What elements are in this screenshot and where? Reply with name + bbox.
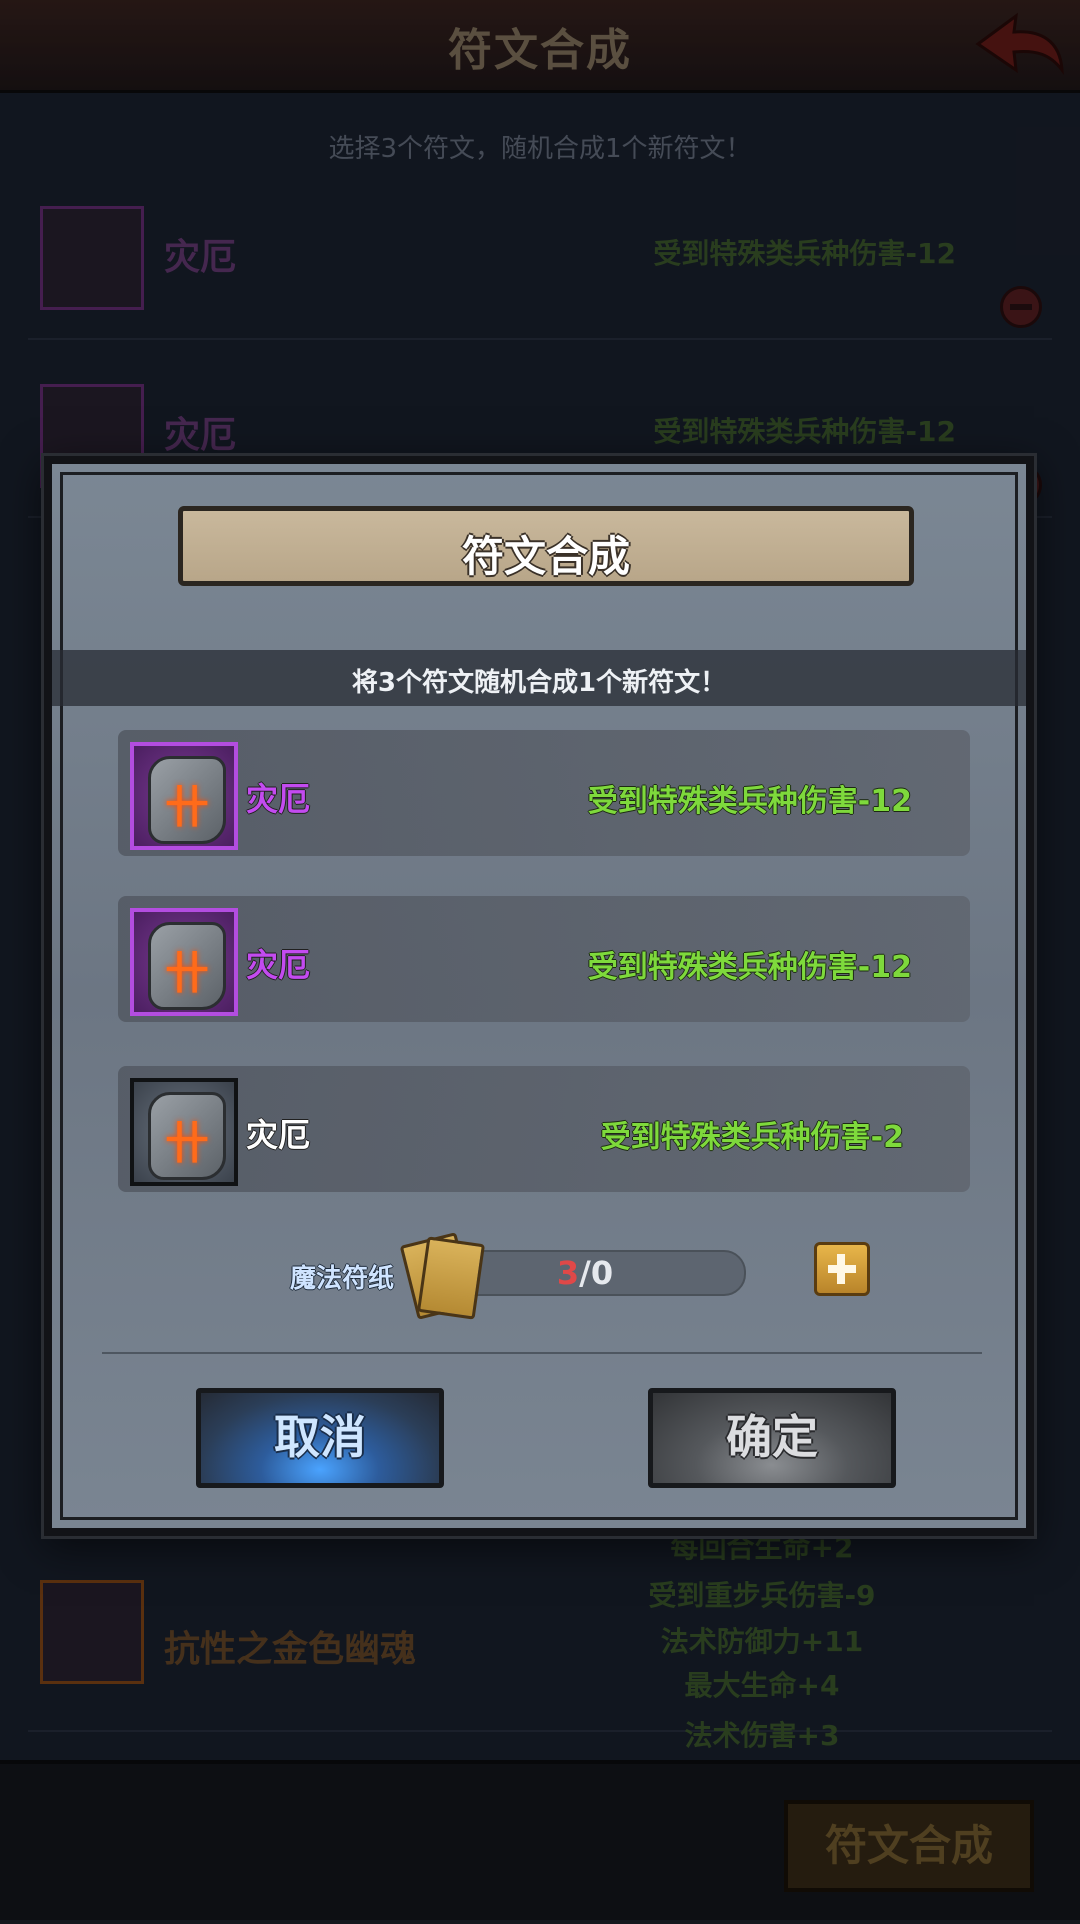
rune-slot[interactable]: 卄 — [130, 908, 238, 1016]
rune-glyph: 卄 — [165, 948, 209, 999]
material-need: 0 — [590, 1254, 614, 1292]
rune-effect: 受到特殊类兵种伤害-12 — [587, 950, 912, 985]
rune-glyph: 卄 — [165, 782, 209, 833]
rune-glyph: 卄 — [165, 1118, 209, 1169]
rune-name: 灾厄 — [246, 1116, 311, 1154]
rune-slot[interactable]: 卄 — [130, 742, 238, 850]
dialog-title: 符文合成 — [461, 532, 630, 581]
dialog-info: 将3个符文随机合成1个新符文！ — [351, 668, 727, 698]
rune-stone-icon: 卄 — [148, 922, 226, 1010]
dialog-title-banner: 符文合成 — [178, 506, 914, 586]
rune-row: 卄 灾厄 受到特殊类兵种伤害-2 — [118, 1066, 970, 1192]
rune-row: 卄 灾厄 受到特殊类兵种伤害-12 — [118, 896, 970, 1022]
info-band: 将3个符文随机合成1个新符文！ — [52, 650, 1026, 706]
paper-card — [416, 1236, 486, 1320]
rune-stone-icon: 卄 — [148, 1092, 226, 1180]
material-have: 3 — [556, 1254, 580, 1292]
rune-name: 灾厄 — [246, 780, 311, 818]
cancel-button[interactable]: 取消 — [196, 1388, 444, 1488]
divider — [102, 1352, 982, 1354]
plus-icon[interactable] — [814, 1242, 870, 1296]
rune-slot[interactable]: 卄 — [130, 1078, 238, 1186]
material-separator: / — [579, 1254, 591, 1292]
compose-dialog: 符文合成 将3个符文随机合成1个新符文！ 卄 灾厄 受到特殊类兵种伤害-12 卄… — [44, 456, 1034, 1536]
rune-effect: 受到特殊类兵种伤害-12 — [587, 784, 912, 819]
rune-stone-icon: 卄 — [148, 756, 226, 844]
confirm-button[interactable]: 确定 — [648, 1388, 896, 1488]
rune-name: 灾厄 — [246, 946, 311, 984]
material-label: 魔法符纸 — [290, 1264, 395, 1294]
rune-effect: 受到特殊类兵种伤害-2 — [600, 1120, 904, 1155]
rune-row: 卄 灾厄 受到特殊类兵种伤害-12 — [118, 730, 970, 856]
magic-paper-icon — [399, 1232, 486, 1320]
